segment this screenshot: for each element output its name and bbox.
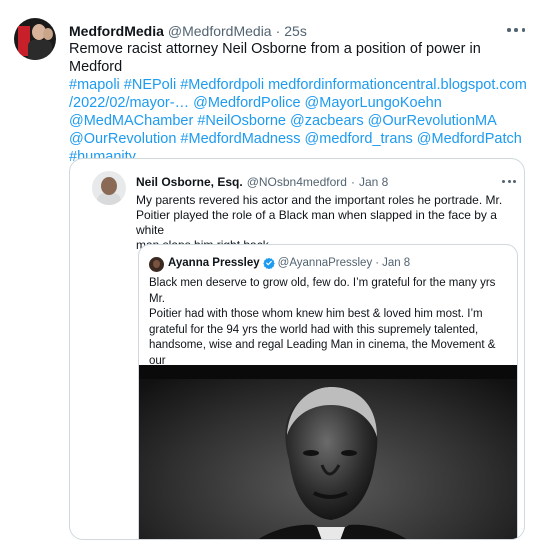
nested-quoted-tweet[interactable]: Ayanna Pressley @AyannaPressley · Jan 8 … [138,244,518,539]
tweet-timestamp[interactable]: 25s [284,23,307,39]
nested-text-line: grateful for the 94 yrs the world had wi… [149,323,479,336]
quoted-tweet-header: Neil Osborne, Esq. @NOsbn4medford · Jan … [136,175,388,189]
quoted-text-line: Poitier played the role of a Black man w… [136,208,497,237]
nested-author-handle[interactable]: @AyannaPressley [278,257,373,269]
portrait-image [139,365,517,539]
tweet-text-line: /2022/02/mayor-… @MedfordPolice @MayorLu… [69,94,529,112]
tweet-text-line: @MedMAChamber #NeilOsborne @zacbears @Ou… [69,112,529,130]
verified-badge-icon [262,257,275,269]
tweet-text-line: Remove racist attorney Neil Osborne from… [69,40,529,76]
nested-tweet-header: Ayanna Pressley @AyannaPressley · Jan 8 [168,257,410,269]
quoted-more-options-icon[interactable] [502,180,516,184]
separator-dot: · [275,23,281,39]
quoted-author-name[interactable]: Neil Osborne, Esq. [136,175,243,189]
tweet-text-line: #mapoli #NEPoli #Medfordpoli medfordinfo… [69,76,529,94]
quoted-tweet-timestamp[interactable]: Jan 8 [359,175,388,189]
separator-dot: · [350,175,355,189]
quoted-text-line: My parents revered his actor and the imp… [136,193,503,207]
nested-tweet-timestamp[interactable]: Jan 8 [382,257,410,269]
tweet-link-text[interactable]: @MedMAChamber #NeilOsborne @zacbears @Ou… [69,113,497,129]
nested-text-line: Poitier had with those whom knew him bes… [149,308,483,320]
nested-author-name[interactable]: Ayanna Pressley [168,257,260,269]
nested-author-avatar[interactable] [149,257,164,272]
quoted-author-avatar[interactable] [92,171,126,205]
tweet-link-text[interactable]: /2022/02/mayor-… @MedfordPolice @MayorLu… [69,95,442,111]
quoted-author-handle[interactable]: @NOsbn4medford [247,175,347,189]
portrait-photo[interactable] [139,365,517,539]
tweet-link-text[interactable]: #mapoli #NEPoli #Medfordpoli medfordinfo… [69,77,527,93]
author-name[interactable]: MedfordMedia [69,23,164,39]
tweet-plain-text: Remove racist attorney Neil Osborne from… [69,41,481,75]
tweet-text: Remove racist attorney Neil Osborne from… [69,40,529,166]
author-handle[interactable]: @MedfordMedia [168,23,272,39]
quoted-tweet[interactable]: Neil Osborne, Esq. @NOsbn4medford · Jan … [69,158,525,540]
tweet-link-text[interactable]: @OurRevolution #MedfordMadness @medford_… [69,131,522,147]
nested-text-line: Black men deserve to grow old, few do. I… [149,277,496,305]
author-avatar[interactable] [14,18,56,60]
separator-dot: · [375,257,380,269]
tweet-header: MedfordMedia @MedfordMedia · 25s [69,22,307,40]
more-options-icon[interactable] [507,23,525,37]
tweet-text-line: @OurRevolution #MedfordMadness @medford_… [69,130,529,148]
tweet[interactable]: MedfordMedia @MedfordMedia · 25s Remove … [0,0,540,544]
